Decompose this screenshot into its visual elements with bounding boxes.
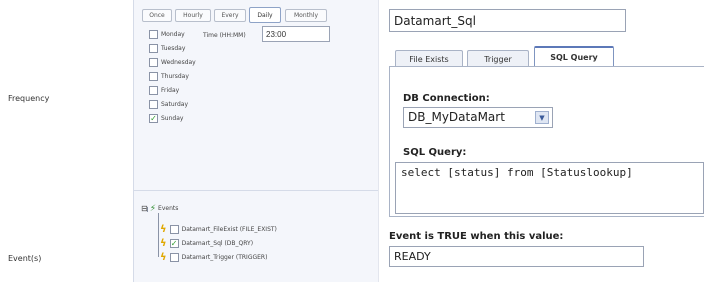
events-root[interactable]: ⊟ ⚡ Events — [141, 202, 178, 215]
day-label: Saturday — [161, 101, 189, 108]
event-item-trigger[interactable]: ϟ Datamart_Trigger (TRIGGER) — [160, 251, 267, 264]
sql-query-label: SQL Query: — [403, 147, 467, 158]
tab-daily[interactable]: Daily — [249, 7, 281, 23]
tab-once[interactable]: Once — [142, 9, 172, 22]
label-column — [0, 0, 133, 282]
event-item-fileexist[interactable]: ϟ Datamart_FileExist (FILE_EXIST) — [160, 223, 277, 236]
day-label: Sunday — [161, 115, 184, 122]
monday-checkbox[interactable] — [149, 30, 158, 39]
event-checkbox[interactable] — [169, 253, 179, 262]
day-row-saturday[interactable]: Saturday — [149, 98, 188, 111]
day-label: Friday — [161, 87, 180, 94]
event-checkbox[interactable] — [169, 225, 179, 234]
day-row-thursday[interactable]: Thursday — [149, 70, 189, 83]
event-true-value-input[interactable] — [389, 246, 644, 267]
tuesday-checkbox[interactable] — [149, 44, 158, 53]
events-root-label: Events — [158, 205, 179, 212]
tree-connector — [158, 213, 159, 257]
job-name-input[interactable] — [389, 9, 626, 32]
day-label: Wednesday — [161, 59, 196, 66]
events-folder-icon: ⚡ — [149, 203, 157, 214]
lightning-bolt-icon: ϟ — [160, 251, 167, 263]
tab-every[interactable]: Every — [214, 9, 246, 22]
db-connection-label: DB Connection: — [403, 93, 490, 104]
event-label: Datamart_FileExist (FILE_EXIST) — [181, 226, 277, 233]
saturday-checkbox[interactable] — [149, 100, 158, 109]
tab-hourly[interactable]: Hourly — [175, 9, 211, 22]
db-connection-select[interactable]: DB_MyDataMart ▼ — [403, 107, 553, 128]
day-row-monday[interactable]: Monday — [149, 28, 185, 41]
day-row-wednesday[interactable]: Wednesday — [149, 56, 196, 69]
event-true-label: Event is TRUE when this value: — [389, 231, 564, 242]
day-label: Tuesday — [161, 45, 186, 52]
time-label: Time (HH:MM) — [203, 32, 246, 39]
collapse-icon[interactable]: ⊟ — [141, 204, 148, 213]
tab-trigger[interactable]: Trigger — [467, 50, 529, 67]
event-item-sql[interactable]: ϟ ✓ Datamart_Sql (DB_QRY) — [160, 237, 253, 250]
wednesday-checkbox[interactable] — [149, 58, 158, 67]
column-divider — [378, 0, 379, 282]
event-label: Datamart_Trigger (TRIGGER) — [181, 254, 268, 261]
day-row-friday[interactable]: Friday — [149, 84, 179, 97]
tab-sql-query[interactable]: SQL Query — [534, 46, 614, 67]
tab-monthly[interactable]: Monthly — [285, 9, 327, 22]
events-row-label: Event(s) — [8, 254, 42, 263]
event-checkbox[interactable]: ✓ — [169, 239, 179, 248]
db-connection-value: DB_MyDataMart — [408, 110, 505, 124]
day-row-sunday[interactable]: ✓ Sunday — [149, 112, 183, 125]
day-label: Monday — [161, 31, 185, 38]
time-input[interactable] — [262, 26, 330, 42]
lightning-bolt-icon: ϟ — [160, 223, 167, 235]
day-label: Thursday — [161, 73, 189, 80]
sunday-checkbox[interactable]: ✓ — [149, 114, 158, 123]
frequency-row-label: Frequency — [8, 94, 50, 103]
event-label: Datamart_Sql (DB_QRY) — [181, 240, 254, 247]
chevron-down-icon[interactable]: ▼ — [535, 111, 549, 124]
sql-query-textarea[interactable]: select [status] from [Statuslookup] — [395, 162, 704, 214]
day-row-tuesday[interactable]: Tuesday — [149, 42, 185, 55]
lightning-bolt-icon: ϟ — [160, 237, 167, 249]
thursday-checkbox[interactable] — [149, 72, 158, 81]
tab-file-exists[interactable]: File Exists — [395, 50, 463, 67]
friday-checkbox[interactable] — [149, 86, 158, 95]
